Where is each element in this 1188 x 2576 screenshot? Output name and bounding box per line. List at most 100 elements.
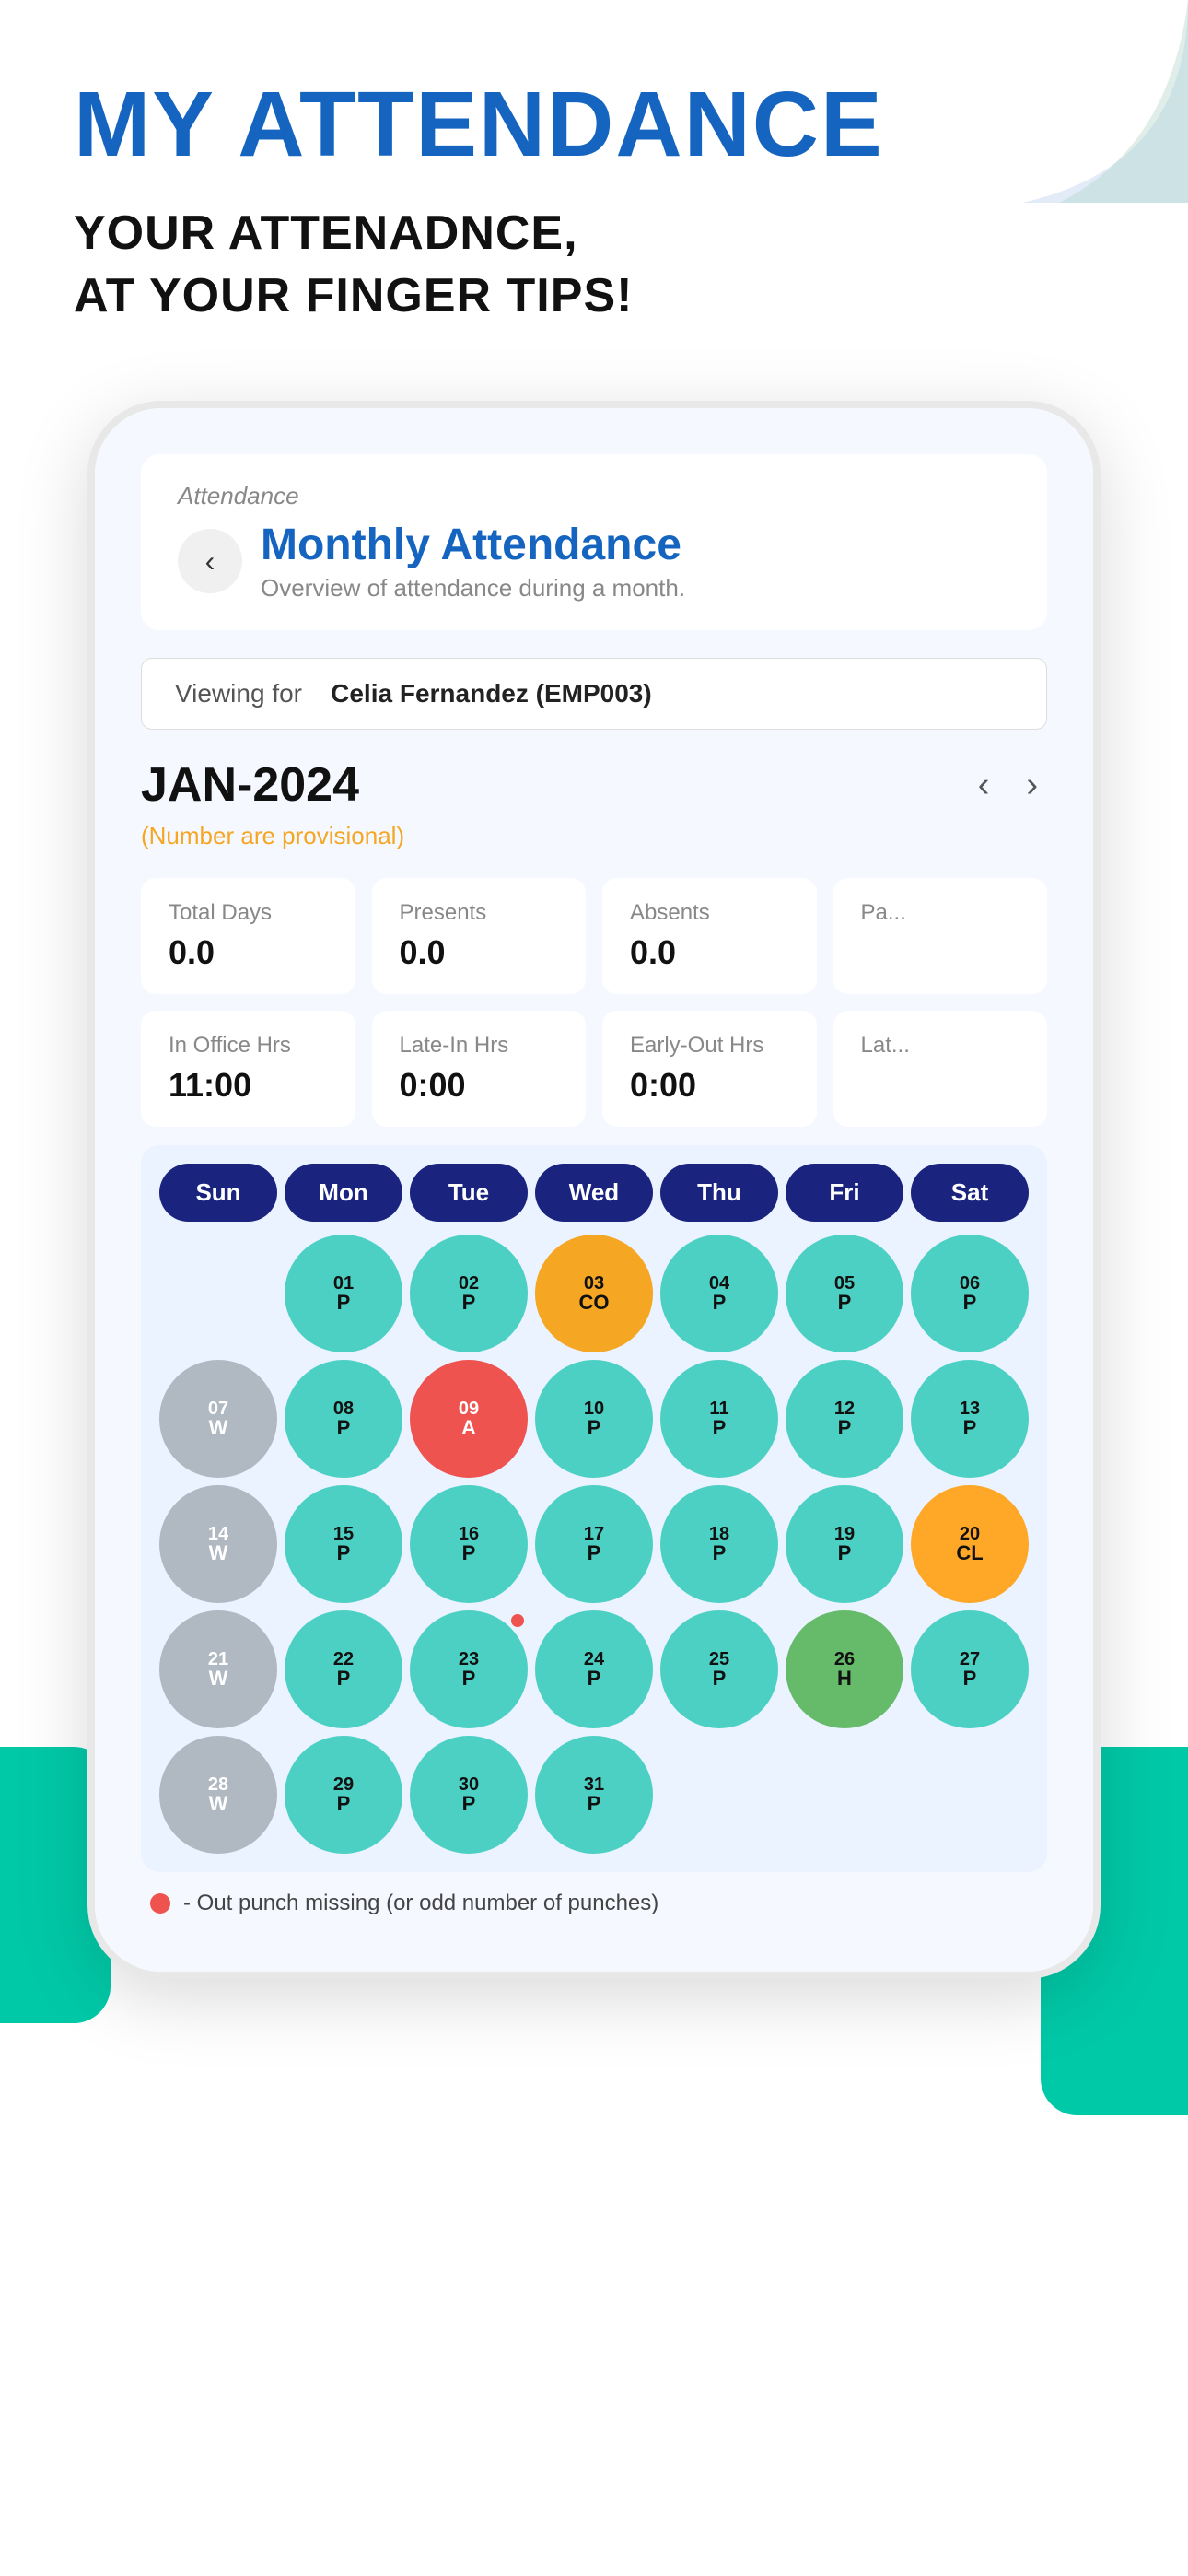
cal-cell-30[interactable]: 30P xyxy=(410,1736,528,1854)
day-status: W xyxy=(209,1669,228,1689)
cal-cell-15[interactable]: 15P xyxy=(285,1485,402,1603)
cal-cell-22[interactable]: 22P xyxy=(285,1610,402,1728)
stats-row-1: Total Days0.0Presents0.0Absents0.0Pa... xyxy=(141,878,1047,994)
cal-cell-29[interactable]: 29P xyxy=(285,1736,402,1854)
day-number: 30 xyxy=(459,1775,479,1794)
cal-day-header-sat: Sat xyxy=(911,1164,1029,1222)
cal-cell-06[interactable]: 06P xyxy=(911,1235,1029,1352)
day-status: P xyxy=(337,1794,351,1814)
cal-cell-empty-4-6 xyxy=(911,1736,1029,1854)
viewing-for-box: Viewing for Celia Fernandez (EMP003) xyxy=(141,658,1047,730)
cal-cell-10[interactable]: 10P xyxy=(535,1360,653,1478)
day-status: P xyxy=(963,1293,977,1313)
stats-row-2: In Office Hrs11:00Late-In Hrs0:00Early-O… xyxy=(141,1011,1047,1127)
cal-cell-empty-0-0 xyxy=(159,1235,277,1352)
day-status: P xyxy=(963,1669,977,1689)
stat-value: 11:00 xyxy=(169,1066,328,1105)
cal-day-header-fri: Fri xyxy=(786,1164,903,1222)
day-status: P xyxy=(462,1669,476,1689)
page-subtitle: Overview of attendance during a month. xyxy=(261,574,685,603)
day-number: 11 xyxy=(709,1399,728,1418)
day-number: 08 xyxy=(333,1399,354,1418)
day-number: 22 xyxy=(333,1650,354,1669)
header-row: ‹ Monthly Attendance Overview of attenda… xyxy=(178,520,1010,603)
day-status: W xyxy=(209,1794,228,1814)
cal-cell-18[interactable]: 18P xyxy=(660,1485,778,1603)
cal-cell-12[interactable]: 12P xyxy=(786,1360,903,1478)
cal-cell-16[interactable]: 16P xyxy=(410,1485,528,1603)
employee-name: Celia Fernandez (EMP003) xyxy=(331,679,652,708)
cal-day-header-mon: Mon xyxy=(285,1164,402,1222)
stat-card-2-3: Lat... xyxy=(833,1011,1048,1127)
punch-missing-dot xyxy=(511,1614,524,1627)
day-status: P xyxy=(462,1794,476,1814)
day-number: 29 xyxy=(333,1775,354,1794)
day-number: 28 xyxy=(208,1775,228,1794)
cal-cell-31[interactable]: 31P xyxy=(535,1736,653,1854)
cal-cell-14[interactable]: 14W xyxy=(159,1485,277,1603)
calendar-grid: 01P02P03CO04P05P06P07W08P09A10P11P12P13P… xyxy=(159,1235,1029,1854)
cal-cell-19[interactable]: 19P xyxy=(786,1485,903,1603)
cal-cell-empty-4-5 xyxy=(786,1736,903,1854)
day-number: 10 xyxy=(584,1399,604,1418)
stat-label: Late-In Hrs xyxy=(400,1033,559,1059)
day-status: P xyxy=(713,1418,727,1438)
cal-cell-25[interactable]: 25P xyxy=(660,1610,778,1728)
subtitle: YOUR ATTENADNCE, AT YOUR FINGER TIPS! xyxy=(74,203,1114,327)
back-button[interactable]: ‹ xyxy=(178,529,242,593)
stat-card-0: Total Days0.0 xyxy=(141,878,355,994)
day-status: A xyxy=(461,1418,476,1438)
bg-decoration-top-right xyxy=(985,0,1188,203)
day-status: W xyxy=(209,1543,228,1563)
day-status: CO xyxy=(579,1293,610,1313)
cal-cell-09[interactable]: 09A xyxy=(410,1360,528,1478)
prev-month-button[interactable]: ‹ xyxy=(969,766,999,805)
cal-cell-13[interactable]: 13P xyxy=(911,1360,1029,1478)
day-status: P xyxy=(713,1669,727,1689)
cal-cell-04[interactable]: 04P xyxy=(660,1235,778,1352)
provisional-note: (Number are provisional) xyxy=(141,822,1047,850)
day-status: P xyxy=(713,1293,727,1313)
cal-cell-03[interactable]: 03CO xyxy=(535,1235,653,1352)
cal-cell-28[interactable]: 28W xyxy=(159,1736,277,1854)
cal-cell-24[interactable]: 24P xyxy=(535,1610,653,1728)
cal-cell-20[interactable]: 20CL xyxy=(911,1485,1029,1603)
cal-cell-23[interactable]: 23P xyxy=(410,1610,528,1728)
stat-card-2-2: Early-Out Hrs0:00 xyxy=(602,1011,817,1127)
subtitle-line1: YOUR ATTENADNCE, xyxy=(74,203,1114,265)
cal-cell-21[interactable]: 21W xyxy=(159,1610,277,1728)
day-status: CL xyxy=(956,1543,983,1563)
stat-card-3: Pa... xyxy=(833,878,1048,994)
cal-cell-11[interactable]: 11P xyxy=(660,1360,778,1478)
cal-cell-08[interactable]: 08P xyxy=(285,1360,402,1478)
cal-cell-05[interactable]: 05P xyxy=(786,1235,903,1352)
day-number: 05 xyxy=(834,1274,855,1293)
day-status: P xyxy=(838,1418,852,1438)
breadcrumb: Attendance xyxy=(178,482,1010,510)
day-number: 07 xyxy=(208,1399,228,1418)
day-status: P xyxy=(462,1293,476,1313)
day-number: 01 xyxy=(333,1274,354,1293)
stat-label: In Office Hrs xyxy=(169,1033,328,1059)
day-number: 17 xyxy=(584,1525,604,1543)
cal-cell-17[interactable]: 17P xyxy=(535,1485,653,1603)
day-number: 24 xyxy=(584,1650,604,1669)
cal-cell-07[interactable]: 07W xyxy=(159,1360,277,1478)
day-number: 02 xyxy=(459,1274,479,1293)
day-status: P xyxy=(588,1418,601,1438)
day-status: P xyxy=(337,1418,351,1438)
cal-cell-02[interactable]: 02P xyxy=(410,1235,528,1352)
day-status: P xyxy=(337,1293,351,1313)
stat-label: Lat... xyxy=(861,1033,1020,1059)
day-number: 20 xyxy=(960,1525,980,1543)
attendance-header-card: Attendance ‹ Monthly Attendance Overview… xyxy=(141,454,1047,630)
day-status: P xyxy=(963,1418,977,1438)
nav-arrows: ‹ › xyxy=(969,766,1047,805)
day-number: 26 xyxy=(834,1650,855,1669)
legend-dot xyxy=(150,1893,170,1914)
day-status: P xyxy=(337,1543,351,1563)
cal-cell-01[interactable]: 01P xyxy=(285,1235,402,1352)
next-month-button[interactable]: › xyxy=(1017,766,1047,805)
cal-cell-27[interactable]: 27P xyxy=(911,1610,1029,1728)
cal-cell-26[interactable]: 26H xyxy=(786,1610,903,1728)
